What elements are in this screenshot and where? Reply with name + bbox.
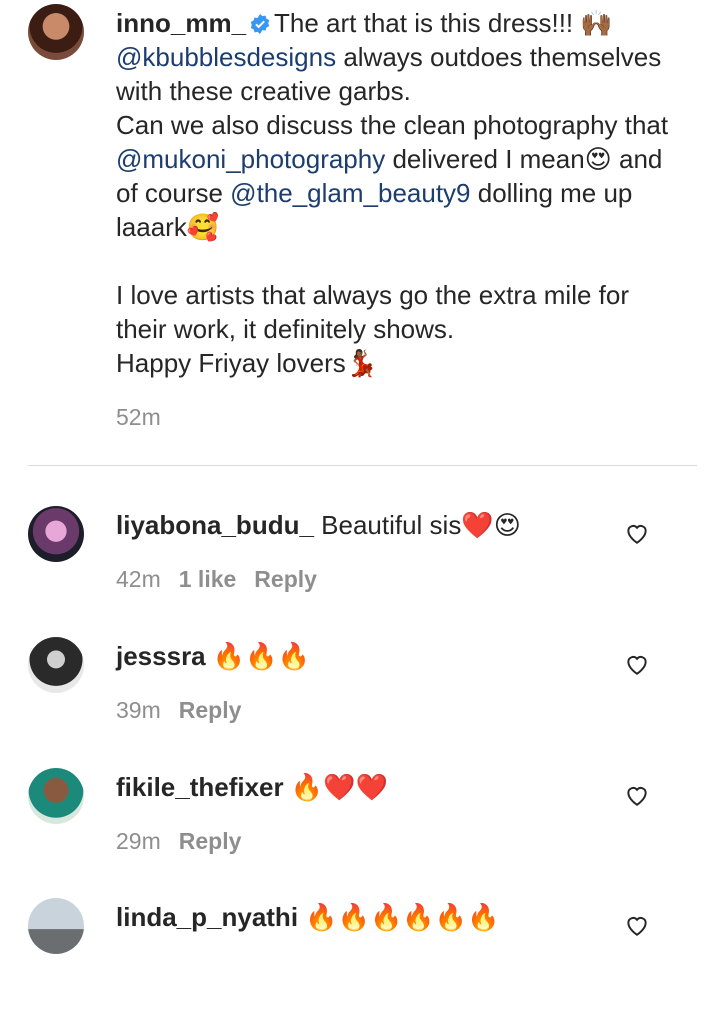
comment-item: liyabona_budu_ Beautiful sis❤️😍 42m 1 lik…	[0, 506, 720, 626]
caption-line3: Can we also discuss the clean photograph…	[116, 110, 669, 140]
comment-body: Beautiful sis❤️😍	[313, 510, 521, 540]
avatar[interactable]	[28, 768, 84, 824]
comment-time: 29m	[116, 828, 161, 854]
comment-body: 🔥❤️❤️	[283, 772, 388, 802]
comment-text: jesssra 🔥🔥🔥	[116, 639, 310, 673]
reply-button[interactable]: Reply	[179, 828, 242, 854]
like-heart-icon[interactable]	[624, 651, 650, 677]
comment-meta: 39m Reply	[116, 697, 259, 724]
caption-timestamp: 52m	[116, 404, 161, 430]
comment-meta: 29m Reply	[116, 828, 259, 855]
comment-time: 42m	[116, 566, 161, 592]
caption-para2-line1: I love artists that always go the extra …	[116, 280, 629, 344]
avatar[interactable]	[28, 637, 84, 693]
verified-badge-icon	[250, 14, 270, 34]
mention-kbubblesdesigns[interactable]: @kbubblesdesigns	[116, 42, 336, 72]
avatar[interactable]	[28, 506, 84, 562]
comment-item: linda_p_nyathi 🔥🔥🔥🔥🔥🔥	[0, 898, 720, 1018]
divider	[28, 465, 697, 466]
caption-avatar[interactable]	[28, 4, 84, 60]
mention-mukoni-photography[interactable]: @mukoni_photography	[116, 144, 385, 174]
comment-body: 🔥🔥🔥🔥🔥🔥	[298, 902, 500, 932]
comment-username[interactable]: linda_p_nyathi	[116, 902, 298, 932]
comment-item: fikile_thefixer 🔥❤️❤️ 29m Reply	[0, 768, 720, 888]
like-heart-icon[interactable]	[624, 912, 650, 938]
mention-the-glam-beauty9[interactable]: @the_glam_beauty9	[230, 178, 470, 208]
comment-item: jesssra 🔥🔥🔥 39m Reply	[0, 637, 720, 757]
like-heart-icon[interactable]	[624, 520, 650, 546]
comment-text: fikile_thefixer 🔥❤️❤️	[116, 770, 388, 804]
comment-body: 🔥🔥🔥	[205, 641, 310, 671]
caption-para2-line2: Happy Friyay lovers💃🏾	[116, 348, 379, 378]
comment-username[interactable]: fikile_thefixer	[116, 772, 284, 802]
caption-line1: The art that is this dress!!! 🙌🏾	[274, 8, 613, 38]
caption-username[interactable]: inno_mm_	[116, 8, 246, 38]
comment-text: liyabona_budu_ Beautiful sis❤️😍	[116, 508, 521, 542]
comment-username[interactable]: jesssra	[116, 641, 206, 671]
comment-likes[interactable]: 1 like	[179, 566, 237, 592]
avatar[interactable]	[28, 898, 84, 954]
comment-time: 39m	[116, 697, 161, 723]
caption-paragraph-2: I love artists that always go the extra …	[116, 278, 676, 380]
reply-button[interactable]: Reply	[179, 697, 242, 723]
reply-button[interactable]: Reply	[254, 566, 317, 592]
comment-username[interactable]: liyabona_budu_	[116, 510, 314, 540]
comment-meta: 42m 1 like Reply	[116, 566, 335, 593]
caption-text: inno_mm_ The art that is this dress!!! 🙌🏾…	[116, 6, 676, 244]
like-heart-icon[interactable]	[624, 782, 650, 808]
comment-text: linda_p_nyathi 🔥🔥🔥🔥🔥🔥	[116, 900, 500, 934]
